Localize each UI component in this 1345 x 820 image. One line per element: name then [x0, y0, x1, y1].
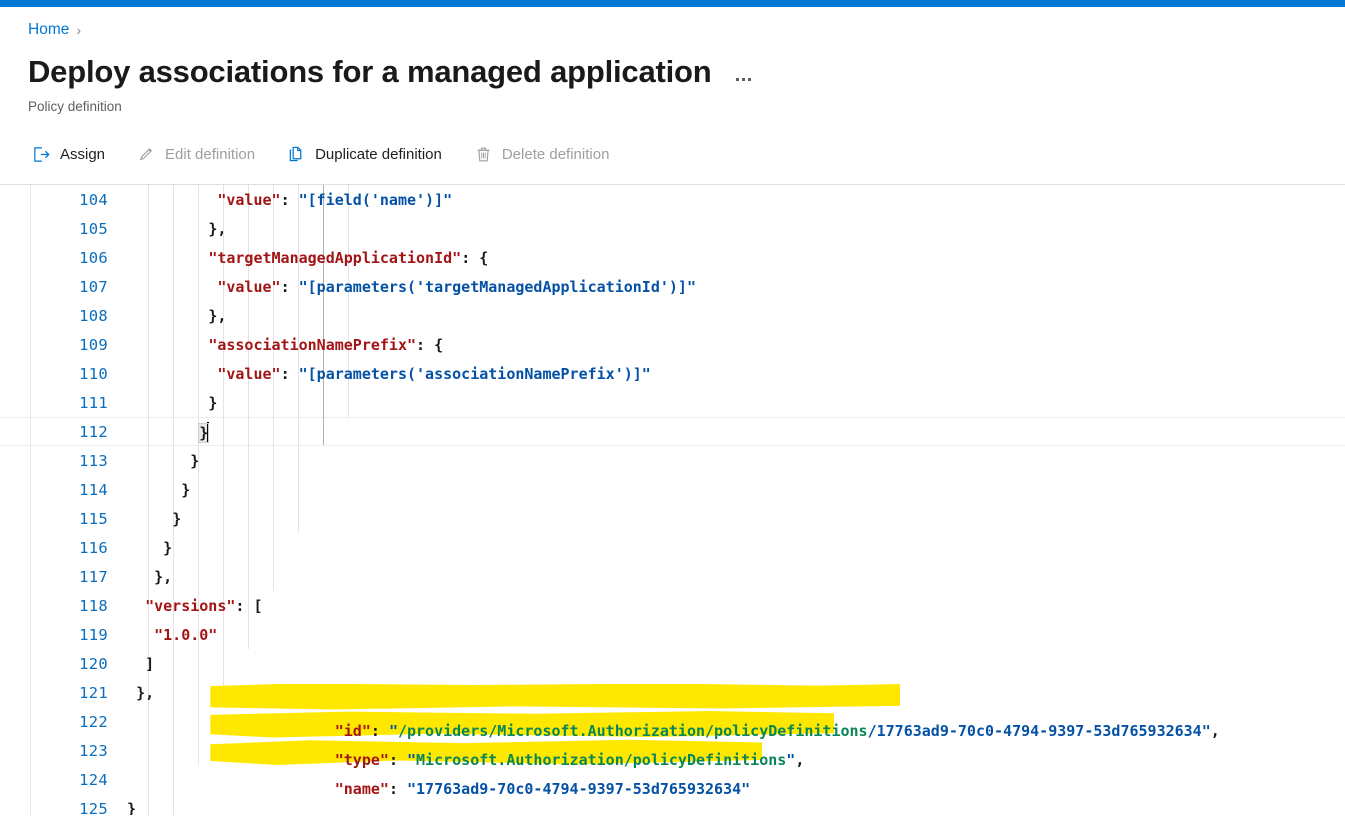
- code-line[interactable]: 105 },: [0, 214, 1345, 243]
- json-code-editor[interactable]: 104 "value": "[field('name')]" 105 }, 10…: [0, 184, 1345, 815]
- line-text[interactable]: }: [118, 539, 1345, 557]
- line-number: 121: [79, 683, 108, 702]
- page-subtitle: Policy definition: [28, 99, 122, 114]
- editor-viewport[interactable]: 104 "value": "[field('name')]" 105 }, 10…: [0, 185, 1345, 815]
- page-title: Deploy associations for a managed applic…: [28, 54, 712, 89]
- line-text[interactable]: "value": "[parameters('associationNamePr…: [118, 365, 1345, 383]
- line-number: 116: [79, 538, 108, 557]
- delete-definition-button[interactable]: Delete definition: [470, 139, 624, 170]
- text-cursor: [207, 421, 210, 442]
- code-line-cursor[interactable]: 112 }: [0, 417, 1345, 446]
- code-line[interactable]: 104 "value": "[field('name')]": [0, 185, 1345, 214]
- line-text[interactable]: }: [118, 394, 1345, 412]
- line-number: 110: [79, 364, 108, 383]
- code-line-highlighted[interactable]: 124 "name": "17763ad9-70c0-4794-9397-53d…: [0, 739, 1345, 798]
- line-number: 107: [79, 277, 108, 296]
- code-line[interactable]: 117 },: [0, 562, 1345, 591]
- line-text[interactable]: "associationNamePrefix": {: [118, 336, 1345, 354]
- breadcrumb: Home ›: [0, 7, 1345, 39]
- line-text[interactable]: },: [118, 307, 1345, 325]
- code-line[interactable]: 106 "targetManagedApplicationId": {: [0, 243, 1345, 272]
- code-line[interactable]: 111 }: [0, 388, 1345, 417]
- line-number: 118: [79, 596, 108, 615]
- ellipsis-dot-icon: [747, 78, 751, 81]
- code-line[interactable]: 114 }: [0, 475, 1345, 504]
- line-number: 113: [79, 451, 108, 470]
- code-line[interactable]: 115 }: [0, 504, 1345, 533]
- line-text[interactable]: }: [118, 481, 1345, 499]
- line-number: 105: [79, 219, 108, 238]
- edit-definition-button[interactable]: Edit definition: [133, 139, 269, 170]
- code-line[interactable]: 107 "value": "[parameters('targetManaged…: [0, 272, 1345, 301]
- edit-definition-label: Edit definition: [165, 145, 256, 163]
- line-number: 112: [79, 422, 108, 441]
- trash-icon: [474, 145, 493, 164]
- line-text[interactable]: }: [118, 800, 1345, 816]
- line-number: 111: [79, 393, 108, 412]
- line-text[interactable]: }: [118, 452, 1345, 470]
- line-number: 122: [79, 712, 108, 731]
- line-text[interactable]: "value": "[parameters('targetManagedAppl…: [118, 278, 1345, 296]
- line-text[interactable]: "versions": [: [118, 597, 1345, 615]
- line-number: 124: [79, 770, 108, 789]
- top-accent-bar: [0, 0, 1345, 7]
- ellipsis-dot-icon: [735, 78, 739, 81]
- duplicate-definition-label: Duplicate definition: [315, 145, 442, 163]
- line-number: 114: [79, 480, 108, 499]
- delete-definition-label: Delete definition: [501, 145, 610, 163]
- code-line[interactable]: 119 "1.0.0": [0, 620, 1345, 649]
- line-text[interactable]: "value": "[field('name')]": [118, 191, 1345, 209]
- line-number: 120: [79, 654, 108, 673]
- line-text[interactable]: },: [118, 220, 1345, 238]
- line-number: 119: [79, 625, 108, 644]
- line-number: 108: [79, 306, 108, 325]
- line-text[interactable]: },: [118, 568, 1345, 586]
- code-content[interactable]: 104 "value": "[field('name')]" 105 }, 10…: [0, 185, 1345, 816]
- copy-icon: [287, 145, 306, 164]
- code-line[interactable]: 116 }: [0, 533, 1345, 562]
- assign-button[interactable]: Assign: [28, 139, 119, 170]
- breadcrumb-item-home[interactable]: Home: [28, 21, 69, 39]
- duplicate-definition-button[interactable]: Duplicate definition: [283, 139, 456, 170]
- code-line[interactable]: 113 }: [0, 446, 1345, 475]
- line-text[interactable]: "targetManagedApplicationId": {: [118, 249, 1345, 267]
- line-number: 123: [79, 741, 108, 760]
- more-options-button[interactable]: [732, 72, 755, 91]
- code-line[interactable]: 118 "versions": [: [0, 591, 1345, 620]
- code-line[interactable]: 109 "associationNamePrefix": {: [0, 330, 1345, 359]
- line-number: 125: [79, 799, 108, 816]
- ellipsis-dot-icon: [741, 78, 745, 81]
- chevron-right-icon: ›: [76, 22, 82, 38]
- title-row: Deploy associations for a managed applic…: [0, 39, 1345, 91]
- line-number: 115: [79, 509, 108, 528]
- assign-icon: [32, 145, 51, 164]
- line-number: 106: [79, 248, 108, 267]
- line-number: 117: [79, 567, 108, 586]
- code-line[interactable]: 110 "value": "[parameters('associationNa…: [0, 359, 1345, 388]
- line-number: 104: [79, 190, 108, 209]
- line-text[interactable]: }: [118, 510, 1345, 528]
- line-text[interactable]: }: [118, 421, 1345, 443]
- line-text[interactable]: "1.0.0": [118, 626, 1345, 644]
- assign-label: Assign: [60, 145, 106, 163]
- code-line[interactable]: 108 },: [0, 301, 1345, 330]
- pencil-icon: [137, 145, 156, 164]
- command-bar: Assign Edit definition Duplicate definit…: [0, 115, 1345, 173]
- line-number: 109: [79, 335, 108, 354]
